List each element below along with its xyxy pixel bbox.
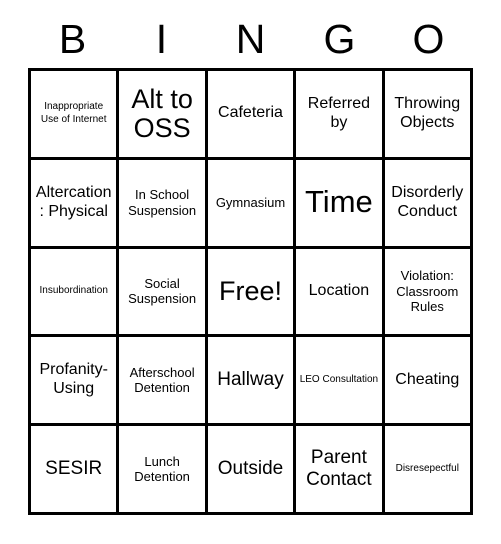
bingo-cell-label: Afterschool Detention: [129, 364, 195, 396]
bingo-cell-label: Referred by: [307, 95, 371, 131]
bingo-cell[interactable]: LEO Consultation: [296, 337, 385, 427]
bingo-cell-label: Disorderly Conduct: [391, 183, 464, 220]
bingo-cell-label: Free!: [218, 275, 282, 306]
bingo-cell-label: Outside: [217, 458, 284, 480]
bingo-header-letter-i: I: [155, 16, 168, 62]
bingo-header-row: B I N G O: [28, 0, 473, 64]
bingo-header-letter-g: G: [323, 16, 356, 62]
bingo-cell-label: Time: [305, 184, 373, 220]
bingo-cell-label: Violation: Classroom Rules: [396, 268, 459, 315]
bingo-cell-label: Disresepectful: [395, 462, 459, 474]
bingo-cell-label: In School Suspension: [128, 187, 197, 218]
bingo-cell-label: Altercation: Physical: [35, 183, 112, 220]
bingo-cell[interactable]: Free!: [207, 248, 297, 338]
bingo-cell-label: Profanity-Using: [39, 361, 108, 398]
bingo-cell[interactable]: Inappropriate Use of Internet: [31, 71, 120, 160]
bingo-cell[interactable]: Cafeteria: [207, 71, 297, 160]
bingo-grid: Inappropriate Use of Internet Alt to OSS C…: [28, 68, 473, 515]
bingo-cell-label: Cafeteria: [218, 104, 283, 122]
bingo-cell[interactable]: Throwing Objects: [384, 71, 473, 160]
bingo-cell[interactable]: Location: [296, 248, 385, 338]
bingo-cell-label: Alt to OSS: [131, 83, 193, 143]
bingo-cell[interactable]: Disresepectful: [384, 426, 473, 515]
bingo-cell-label: Social Suspension: [128, 275, 197, 307]
bingo-cell[interactable]: SESIR: [31, 426, 120, 515]
bingo-header-letter-n: N: [235, 16, 266, 62]
bingo-header-letter-b: B: [58, 16, 87, 62]
bingo-cell-label: Cheating: [395, 370, 460, 388]
bingo-cell[interactable]: Referred by: [296, 71, 385, 160]
bingo-cell[interactable]: Afterschool Detention: [119, 337, 208, 427]
bingo-cell-label: Insubordination: [39, 285, 108, 297]
bingo-card: B I N G O Inappropriate Use of Internet A…: [0, 0, 501, 544]
bingo-cell-label: Gymnasium: [215, 194, 286, 210]
bingo-cell-label: LEO Consultation: [299, 374, 379, 386]
bingo-cell[interactable]: Cheating: [384, 337, 473, 427]
bingo-cell[interactable]: Profanity-Using: [31, 337, 120, 427]
bingo-cell[interactable]: In School Suspension: [119, 159, 208, 249]
bingo-cell[interactable]: Disorderly Conduct: [384, 159, 473, 249]
bingo-cell[interactable]: Lunch Detention: [119, 426, 208, 515]
bingo-cell-label: Hallway: [217, 369, 284, 391]
bingo-cell[interactable]: Insubordination: [31, 248, 120, 338]
bingo-cell-label: Parent Contact: [306, 447, 372, 491]
bingo-cell-label: SESIR: [45, 458, 103, 480]
bingo-cell[interactable]: Alt to OSS: [119, 71, 208, 160]
bingo-cell-label: Throwing Objects: [394, 95, 461, 131]
bingo-cell[interactable]: Social Suspension: [119, 248, 208, 338]
bingo-cell-label: Lunch Detention: [134, 453, 190, 485]
bingo-cell-label: Inappropriate Use of Internet: [40, 101, 107, 125]
bingo-cell[interactable]: Gymnasium: [207, 159, 297, 249]
bingo-cell-label: Location: [308, 282, 370, 300]
bingo-header-letter-o: O: [412, 16, 445, 62]
bingo-cell[interactable]: Time: [296, 159, 385, 249]
bingo-cell[interactable]: Parent Contact: [296, 426, 385, 515]
bingo-cell[interactable]: Hallway: [207, 337, 297, 427]
bingo-cell[interactable]: Altercation: Physical: [31, 159, 120, 249]
bingo-cell[interactable]: Violation: Classroom Rules: [384, 248, 473, 338]
bingo-cell[interactable]: Outside: [207, 426, 297, 515]
